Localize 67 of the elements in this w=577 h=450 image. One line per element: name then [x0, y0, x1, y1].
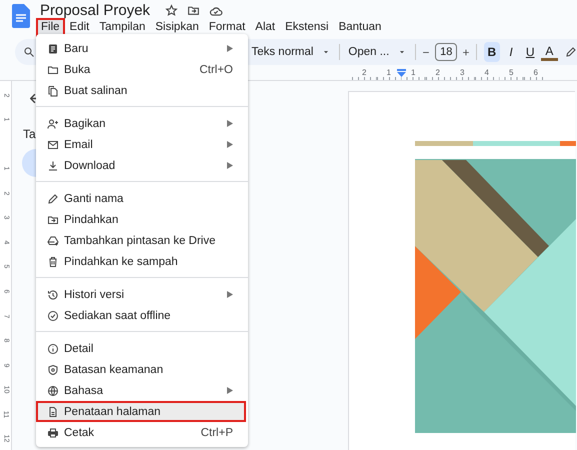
page-icon: [47, 406, 59, 418]
document-title[interactable]: Proposal Proyek: [40, 2, 150, 19]
font-dropdown[interactable]: Open ...: [348, 46, 390, 58]
menu-item[interactable]: Edit: [64, 18, 94, 37]
submenu-arrow-icon: [227, 45, 233, 52]
highlighter-icon: [565, 46, 577, 58]
sidebar-tab-label[interactable]: Ta: [23, 127, 36, 141]
offline-check-icon: [47, 310, 59, 322]
menu-item[interactable]: Alat: [250, 18, 280, 37]
font-size-field[interactable]: 18: [435, 43, 458, 61]
info-icon: [47, 342, 59, 354]
ruler-number: 1: [401, 68, 426, 80]
submenu-arrow-icon: [227, 387, 233, 394]
mail-icon: [47, 138, 59, 150]
menu-item[interactable]: Batasan keamanan: [36, 359, 246, 380]
menu-item[interactable]: Format: [204, 18, 250, 37]
menu-item[interactable]: Email: [36, 134, 246, 155]
plus-icon: [461, 46, 472, 58]
folder-move-icon: [47, 214, 59, 226]
indent-marker-icon[interactable]: [396, 69, 406, 77]
drive-add-icon: [47, 234, 59, 246]
format-button[interactable]: I: [502, 42, 520, 62]
printer-icon: [47, 426, 59, 438]
menu-item[interactable]: Penataan halaman: [36, 401, 246, 422]
menu-item[interactable]: Tambahkan pintasan ke Drive: [36, 230, 246, 251]
download-icon: [47, 160, 59, 172]
shield-icon: [47, 364, 59, 376]
star-icon: [165, 4, 178, 17]
format-button[interactable]: A: [541, 43, 558, 61]
format-button[interactable]: U: [522, 42, 538, 62]
folder-icon: [47, 64, 59, 76]
docs-logo[interactable]: [12, 4, 30, 28]
menu-item[interactable]: Sediakan saat offline: [36, 305, 246, 326]
submenu-arrow-icon: [227, 291, 233, 298]
menu-item[interactable]: Bantuan: [334, 18, 386, 37]
menu-item[interactable]: Ganti nama: [36, 188, 246, 209]
menu-item[interactable]: Bagikan: [36, 113, 246, 134]
menu-item[interactable]: Tampilan: [94, 18, 150, 37]
menu-item[interactable]: Cetak Ctrl+P: [36, 422, 246, 443]
menu-item[interactable]: Buka Ctrl+O: [36, 59, 246, 80]
format-button[interactable]: B: [484, 42, 500, 62]
menu-item[interactable]: Buat salinan: [36, 80, 246, 101]
document-icon: [47, 42, 59, 54]
globe-icon: [47, 384, 59, 396]
menu-item[interactable]: Ekstensi: [280, 18, 334, 37]
submenu-arrow-icon: [227, 141, 233, 148]
menu-item[interactable]: Pindahkan: [36, 209, 246, 230]
folder-move-icon: [187, 4, 200, 17]
menu-item[interactable]: Detail: [36, 338, 246, 359]
ruler-number: 5: [499, 68, 524, 80]
pencil-icon: [47, 192, 59, 204]
ruler-number: 3: [450, 68, 474, 80]
copy-icon: [47, 84, 59, 96]
submenu-arrow-icon: [227, 120, 233, 127]
submenu-arrow-icon: [227, 162, 233, 169]
paragraph-style-dropdown[interactable]: Teks normal: [251, 46, 314, 58]
menu-item[interactable]: Sisipkan: [150, 18, 204, 37]
menu-item[interactable]: Bahasa: [36, 380, 246, 401]
ruler-number: 2: [352, 68, 376, 80]
search-icon: [23, 46, 35, 58]
menu-item[interactable]: Download: [36, 155, 246, 176]
menu-item[interactable]: Histori versi: [36, 284, 246, 305]
menu-item[interactable]: Baru: [36, 38, 246, 59]
person-add-icon: [47, 118, 59, 130]
history-icon: [47, 288, 59, 300]
trash-icon: [47, 256, 59, 268]
menu-item[interactable]: Pindahkan ke sampah: [36, 251, 246, 272]
